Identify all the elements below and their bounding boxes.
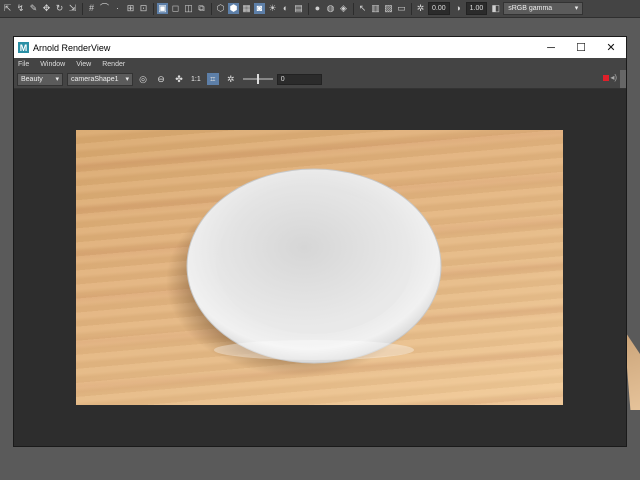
camera-label: cameraShape1 [71,75,119,83]
snap-curve-icon[interactable]: ⌒ [99,3,110,14]
plate-highlight [214,340,414,360]
plate-well [216,190,412,334]
menu-window[interactable]: Window [40,61,65,68]
scale-tool-icon[interactable]: ⇲ [67,3,78,14]
menu-bar: File Window View Render [14,58,626,70]
select-mode-icon[interactable]: ⇱ [2,3,13,14]
arnold-renderview-window: M Arnold RenderView ─ ☐ ✕ File Window Vi… [14,37,626,446]
chevron-down-icon: ▾ [574,5,579,12]
ipr-refresh-icon[interactable]: ◂) [610,73,617,82]
channel-rgb-icon[interactable]: ⊖ [155,73,167,85]
camera-dropdown[interactable]: cameraShape1 ▾ [67,72,133,86]
hud-icon[interactable]: ▨ [383,3,394,14]
sphere-icon[interactable]: ● [312,3,323,14]
render-canvas[interactable] [14,89,626,446]
aov-label: Beauty [21,75,43,83]
snap-grid-icon[interactable]: # [86,3,97,14]
close-button[interactable]: ✕ [596,37,626,58]
viewport-scene-edge [624,330,640,410]
gamma-icon[interactable]: ◑ [453,3,464,14]
snap-view-icon[interactable]: ⊞ [125,3,136,14]
crop-region-icon[interactable]: ⌗ [206,73,219,85]
soft-select-icon[interactable]: ◫ [183,3,194,14]
exposure-icon[interactable]: ✲ [415,3,426,14]
chevron-down-icon: ▾ [55,75,59,83]
cube-icon[interactable]: ⬡ [215,3,226,14]
plate-render [166,168,442,376]
camera-cube-icon[interactable]: ⬢ [228,3,239,14]
color-management-icon[interactable]: ◧ [490,3,501,14]
xray-icon[interactable]: ◍ [325,3,336,14]
maya-logo-icon: M [18,42,29,53]
rendered-image [76,130,563,405]
window-titlebar[interactable]: M Arnold RenderView ─ ☐ ✕ [14,37,626,58]
resolution-gate-icon[interactable]: ▭ [396,3,407,14]
menu-view[interactable]: View [76,61,91,68]
maximize-button[interactable]: ☐ [566,37,596,58]
toolbar-divider [153,2,154,15]
grid-toggle-icon[interactable]: ▥ [370,3,381,14]
exposure-icon[interactable]: ✲ [225,73,237,85]
color-space-dropdown[interactable]: sRGB gamma ▾ [503,2,584,15]
exposure-value-field[interactable]: 0.00 [428,2,450,15]
wireframe-icon[interactable]: ▦ [241,3,252,14]
shaded-icon[interactable]: ◙ [254,3,265,14]
render-settings-icon[interactable]: ◎ [137,73,149,85]
component-mode-icon[interactable]: ▣ [157,3,168,14]
move-tool-icon[interactable]: ✥ [41,3,52,14]
object-mode-icon[interactable]: ◻ [170,3,181,14]
gamma-value-field[interactable]: 1.00 [465,2,488,15]
reset-region-icon[interactable]: ✤ [173,73,185,85]
minimize-button[interactable]: ─ [536,37,566,58]
paint-select-icon[interactable]: ✎ [28,3,39,14]
lights-icon[interactable]: ☀ [267,3,278,14]
menu-file[interactable]: File [18,61,29,68]
isolate-icon[interactable]: ◈ [338,3,349,14]
toolbar-divider [82,2,83,15]
toolbar-divider [308,2,309,15]
texture-icon[interactable]: ▤ [293,3,304,14]
chevron-down-icon: ▾ [125,75,129,83]
exposure-field[interactable]: 0 [276,73,322,85]
window-title: Arnold RenderView [33,42,111,53]
renderview-toolbar: Beauty ▾ cameraShape1 ▾ ◎ ⊖ ✤ 1:1 ⌗ ✲ 0 … [14,70,626,89]
slider-handle[interactable] [256,74,259,84]
color-space-label: sRGB gamma [508,5,553,12]
cursor-icon[interactable]: ↖ [357,3,368,14]
snap-point-icon[interactable]: · [112,3,123,14]
aov-dropdown[interactable]: Beauty ▾ [17,72,63,86]
stop-render-button[interactable] [603,75,609,81]
toolbar-divider [411,2,412,15]
toolbar-scrollbar[interactable] [620,70,626,88]
toolbar-divider [353,2,354,15]
lasso-icon[interactable]: ↯ [15,3,26,14]
snap-surface-icon[interactable]: ⊡ [138,3,149,14]
symmetry-icon[interactable]: ⧉ [196,3,207,14]
toolbar-divider [211,2,212,15]
exposure-slider[interactable] [242,74,273,84]
maya-status-line: ⇱ ↯ ✎ ✥ ↻ ⇲ # ⌒ · ⊞ ⊡ ▣ ◻ ◫ ⧉ ⬡ ⬢ ▦ ◙ ☀ … [0,0,640,18]
shadow-icon[interactable]: ◐ [280,3,291,14]
menu-render[interactable]: Render [102,61,125,68]
zoom-ratio-button[interactable]: 1:1 [191,76,201,83]
rotate-tool-icon[interactable]: ↻ [54,3,65,14]
